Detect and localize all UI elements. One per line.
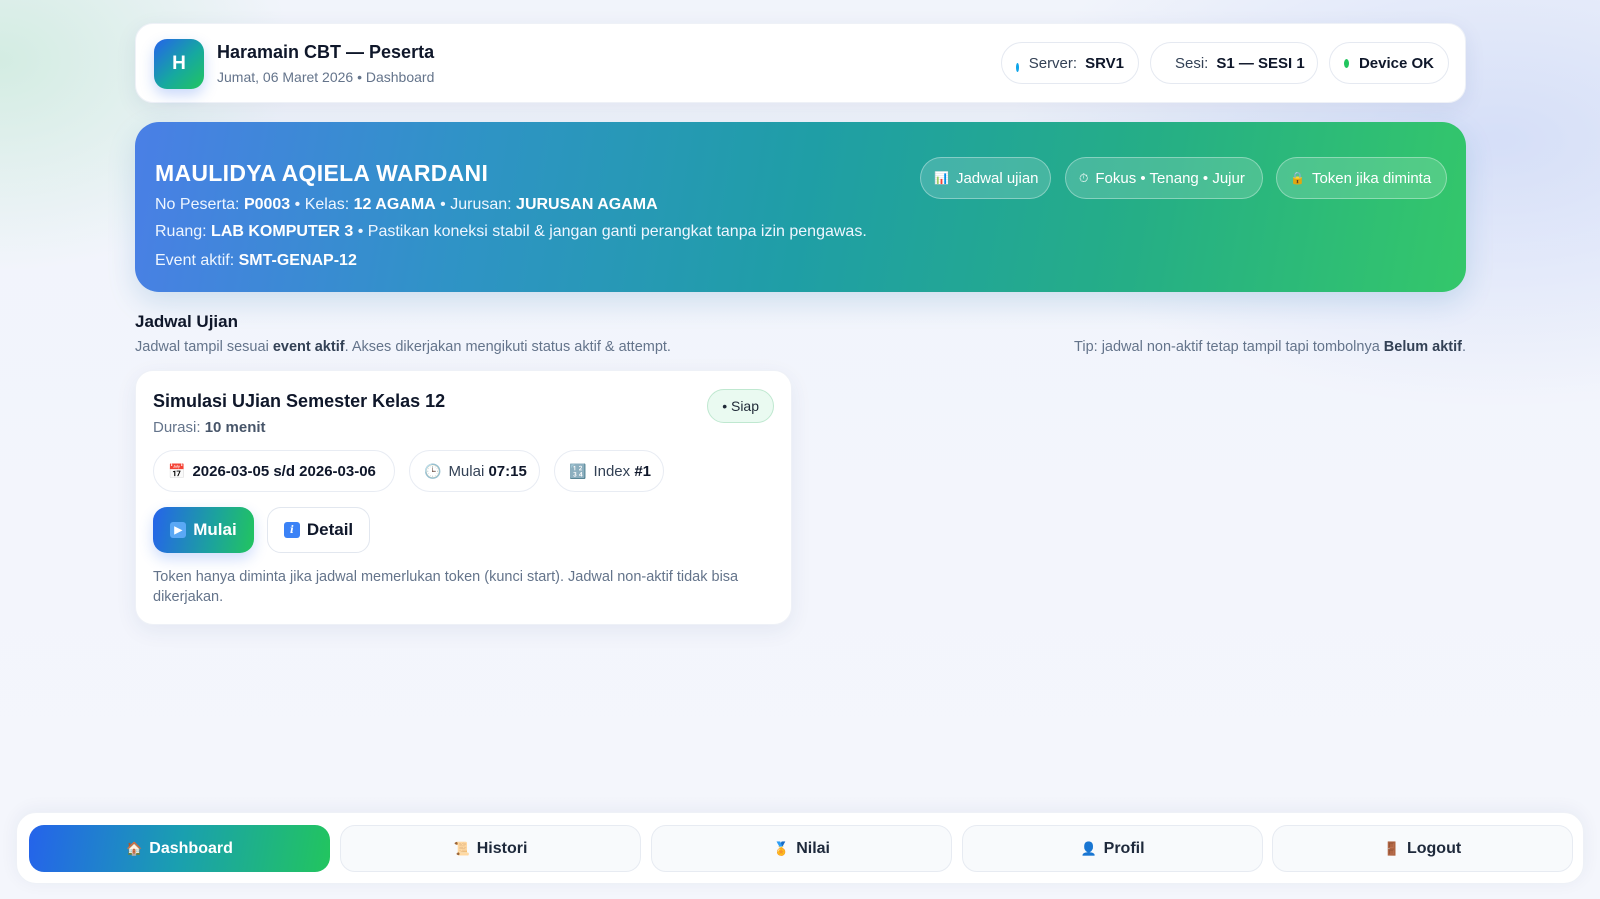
chip-jadwal-ujian: 📊 Jadwal ujian (920, 157, 1051, 199)
nav-label: Dashboard (149, 839, 233, 857)
duration-label: Durasi: (153, 419, 201, 436)
event-value: SMT-GENAP-12 (238, 252, 357, 269)
home-icon: 🏠 (126, 840, 143, 856)
ruang-note: • Pastikan koneksi stabil & jangan ganti… (357, 223, 867, 240)
start-label: Mulai (448, 462, 485, 480)
desc-pre: Jadwal tampil sesuai (135, 339, 269, 355)
tip-bold: Belum aktif (1383, 339, 1462, 355)
session-value: S1 — SESI 1 (1216, 54, 1305, 72)
exam-duration: Durasi: 10 menit (153, 419, 266, 436)
server-label: Server: (1028, 54, 1078, 72)
info-icon: i (283, 522, 300, 538)
lock-icon: 🔒 (1290, 171, 1305, 185)
start-exam-button[interactable]: ▶ Mulai (153, 507, 254, 553)
device-status: Device OK (1358, 54, 1434, 72)
ruang-label: Ruang: (155, 223, 207, 240)
door-icon: 🚪 (1383, 840, 1400, 856)
nav-label: Profil (1103, 839, 1145, 857)
jurusan-label: • Jurusan: (440, 196, 512, 213)
chip-label: Jadwal ujian (955, 169, 1039, 187)
event-label: Event aktif: (155, 252, 235, 269)
no-peserta-label: No Peserta: (155, 196, 240, 213)
desc-bold: event aktif (272, 339, 345, 355)
app-title: Haramain CBT — Peserta (217, 42, 435, 62)
room-line: Ruang: LAB KOMPUTER 3 • Pastikan koneksi… (155, 223, 867, 241)
chip-token: 🔒 Token jika diminta (1276, 157, 1447, 199)
no-peserta-value: P0003 (243, 196, 291, 213)
chip-label: Token jika diminta (1311, 169, 1432, 187)
kelas-value: 12 AGAMA (353, 196, 436, 213)
exam-start-time: 🕒 Mulai 07:15 (409, 450, 540, 492)
stopwatch-icon: ⏱ (1079, 170, 1089, 185)
device-dot-icon (1344, 58, 1349, 68)
exam-card: Simulasi UJian Semester Kelas 12 Durasi:… (135, 370, 792, 625)
nav-dashboard[interactable]: 🏠 Dashboard (29, 825, 330, 872)
nav-nilai[interactable]: 🏅 Nilai (651, 825, 952, 872)
index-label: Index (593, 462, 631, 480)
nav-label: Histori (476, 839, 528, 857)
nav-histori[interactable]: 📜 Histori (340, 825, 641, 872)
exam-title: Simulasi UJian Semester Kelas 12 (153, 391, 446, 411)
chip-label: Fokus • Tenang • Jujur (1095, 169, 1245, 187)
exam-date-range: 📅 2026-03-05 s/d 2026-03-06 (153, 450, 395, 492)
nav-profil[interactable]: 👤 Profil (962, 825, 1263, 872)
play-icon: ▶ (170, 522, 187, 538)
session-status-pill: Sesi: S1 — SESI 1 (1150, 42, 1318, 84)
nav-label: Nilai (796, 839, 830, 857)
desc-post: . Akses dikerjakan mengikuti status akti… (344, 339, 671, 355)
nav-label: Logout (1406, 839, 1462, 857)
status-badge: • Siap (707, 389, 774, 423)
tip-pre: Tip: jadwal non-aktif tetap tampil tapi … (1074, 339, 1380, 355)
session-label: Sesi: (1175, 54, 1209, 72)
detail-button-label: Detail (306, 520, 354, 539)
user-icon: 👤 (1080, 840, 1097, 856)
detail-button[interactable]: i Detail (267, 507, 370, 553)
app-subtitle: Jumat, 06 Maret 2026 • Dashboard (217, 69, 435, 85)
scroll-icon: 📜 (453, 840, 470, 856)
event-line: Event aktif: SMT-GENAP-12 (155, 252, 357, 270)
calendar-icon: 📅 (168, 462, 186, 479)
section-description: Jadwal tampil sesuai event aktif. Akses … (135, 339, 671, 355)
jurusan-value: JURUSAN AGAMA (516, 196, 658, 213)
tip-post: . (1461, 339, 1466, 355)
nav-logout[interactable]: 🚪 Logout (1272, 825, 1573, 872)
student-id-line: No Peserta: P0003 • Kelas: 12 AGAMA • Ju… (155, 196, 658, 214)
numbers-icon: 🔢 (569, 462, 587, 479)
clock-icon: 🕒 (424, 462, 442, 479)
start-time-value: 07:15 (488, 462, 527, 480)
server-dot-icon (1016, 62, 1019, 72)
student-name: MAULIDYA AQIELA WARDANI (155, 160, 489, 186)
app-logo: H (154, 39, 204, 89)
kelas-label: • Kelas: (294, 196, 350, 213)
exam-index: 🔢 Index #1 (554, 450, 664, 492)
duration-value: 10 menit (204, 419, 266, 436)
top-header: H Haramain CBT — Peserta Jumat, 06 Maret… (135, 23, 1466, 103)
index-value: #1 (634, 462, 651, 480)
ruang-value: LAB KOMPUTER 3 (211, 223, 354, 240)
server-status-pill: Server: SRV1 (1001, 42, 1139, 84)
date-range-value: 2026-03-05 s/d 2026-03-06 (192, 462, 376, 480)
logo-letter: H (172, 53, 186, 74)
exam-note: Token hanya diminta jika jadwal memerluk… (153, 569, 739, 605)
start-button-label: Mulai (193, 520, 237, 539)
student-hero-banner: MAULIDYA AQIELA WARDANI No Peserta: P000… (135, 122, 1466, 292)
server-value: SRV1 (1085, 54, 1124, 72)
section-title: Jadwal Ujian (135, 312, 238, 331)
chip-fokus: ⏱ Fokus • Tenang • Jujur (1065, 157, 1263, 199)
section-tip: Tip: jadwal non-aktif tetap tampil tapi … (1074, 339, 1466, 355)
bottom-navigation: 🏠 Dashboard 📜 Histori 🏅 Nilai 👤 Profil 🚪… (16, 812, 1584, 884)
chart-icon: 📊 (934, 171, 949, 185)
device-status-pill: Device OK (1329, 42, 1449, 84)
medal-icon: 🏅 (773, 840, 790, 856)
